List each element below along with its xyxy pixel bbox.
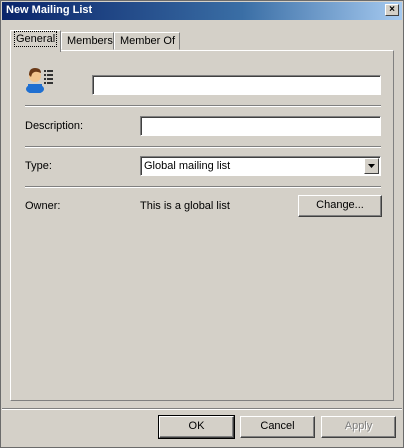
type-label: Type: [25, 160, 52, 172]
type-selected-value: Global mailing list [144, 160, 231, 172]
type-select[interactable]: Global mailing list [140, 156, 381, 176]
footer-separator [2, 408, 402, 410]
list-name-input[interactable] [92, 75, 381, 95]
separator [25, 105, 381, 107]
description-label: Description: [25, 120, 84, 132]
change-owner-button[interactable]: Change... [298, 195, 382, 217]
owner-value: This is a global list [140, 200, 230, 212]
separator [25, 146, 381, 148]
tab-members[interactable]: Members [61, 32, 114, 50]
tab-label: Members [67, 35, 113, 47]
dialog-window: New Mailing List × General Members Membe… [0, 0, 404, 448]
close-icon: × [389, 4, 395, 15]
tab-label: General [13, 31, 58, 47]
apply-button[interactable]: Apply [321, 416, 396, 438]
dropdown-button[interactable] [364, 158, 379, 174]
tab-member-of[interactable]: Member Of [114, 32, 180, 50]
cancel-button[interactable]: Cancel [240, 416, 315, 438]
general-panel [10, 50, 394, 401]
close-button[interactable]: × [385, 4, 399, 16]
owner-label: Owner: [25, 200, 61, 212]
tab-label: Member Of [120, 35, 176, 47]
window-title: New Mailing List [6, 4, 93, 16]
user-list-icon [26, 68, 53, 93]
tab-general[interactable]: General [10, 30, 61, 52]
description-input[interactable] [140, 116, 381, 136]
title-bar[interactable]: New Mailing List × [2, 2, 402, 20]
chevron-down-icon [368, 164, 375, 168]
ok-button[interactable]: OK [158, 415, 235, 439]
separator [25, 186, 381, 188]
